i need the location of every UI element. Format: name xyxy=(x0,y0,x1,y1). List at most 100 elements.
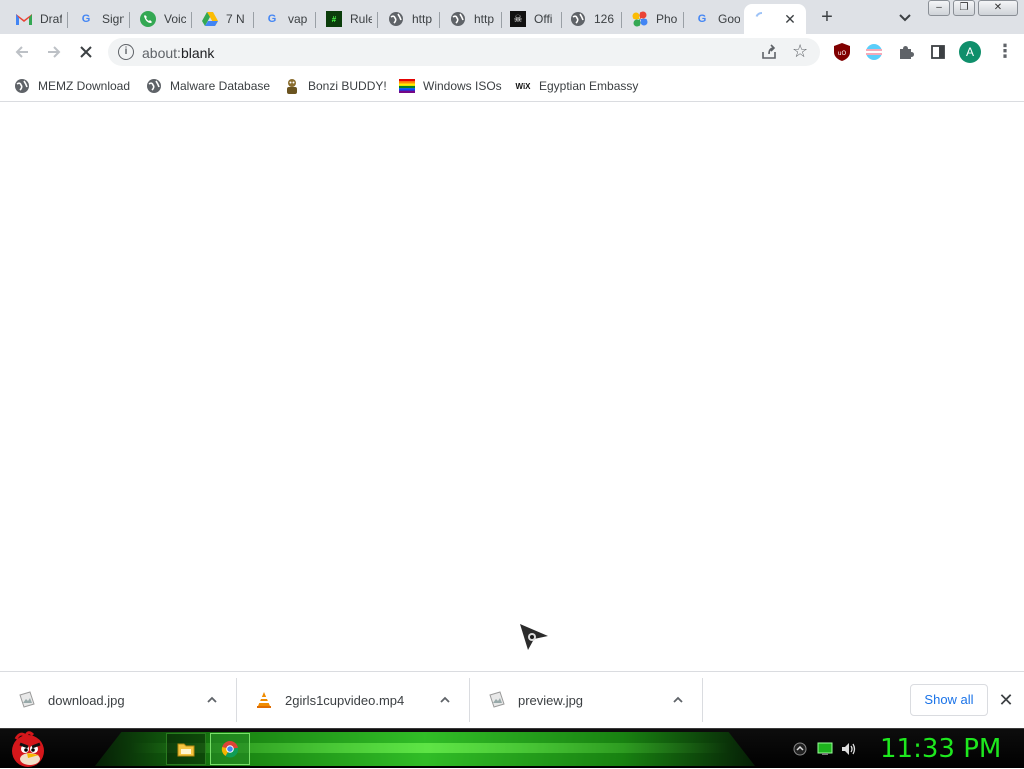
globe-icon xyxy=(570,11,586,27)
start-button-angry-bird-icon[interactable] xyxy=(6,729,48,769)
arrow-right-icon xyxy=(48,46,61,58)
folder-icon xyxy=(177,743,195,757)
bonzi-icon xyxy=(284,78,300,94)
tab-title: Pho xyxy=(656,12,678,26)
photos-icon xyxy=(632,11,648,27)
info-icon[interactable]: i xyxy=(118,44,134,60)
tab-strip: Draf G Sign Voic 7 N G vap # Rule http h… xyxy=(0,0,1024,34)
tab-gmail-draft[interactable]: Draf xyxy=(6,4,68,34)
chevron-up-icon[interactable] xyxy=(206,694,218,706)
restore-button[interactable]: ❐ xyxy=(953,0,975,16)
taskbar-clock[interactable]: 11:33 PM xyxy=(880,733,1018,765)
tab-active-loading[interactable]: ✕ xyxy=(744,4,806,34)
side-panel-icon[interactable] xyxy=(928,42,948,62)
tab-rules[interactable]: # Rule xyxy=(316,4,378,34)
chevron-up-icon[interactable] xyxy=(672,694,684,706)
stop-x-icon xyxy=(80,46,92,58)
tab-http-1[interactable]: http xyxy=(378,4,440,34)
bookmark-star-icon[interactable]: ☆ xyxy=(792,41,808,62)
svg-text:uO: uO xyxy=(838,50,847,57)
tab-title: Rule xyxy=(350,12,372,26)
url-scheme: about: xyxy=(142,45,181,61)
tab-title: Goo xyxy=(718,12,740,26)
tab-title: 7 N xyxy=(226,12,245,26)
extensions-puzzle-icon[interactable] xyxy=(896,42,916,62)
url-text[interactable]: about:blank xyxy=(142,45,214,61)
url-host: blank xyxy=(180,45,215,61)
bookmark-bonzi-buddy[interactable]: Bonzi BUDDY! xyxy=(284,75,387,97)
bookmark-label: MEMZ Download xyxy=(38,79,131,93)
arrow-left-icon xyxy=(15,46,28,58)
image-file-icon xyxy=(488,691,506,709)
trans-flag-extension-icon[interactable] xyxy=(864,42,884,62)
download-item[interactable]: 2girls1cupvideo.mp4 xyxy=(237,678,470,722)
rainbow-flag-icon xyxy=(399,78,415,94)
tab-google-sign[interactable]: G Sign xyxy=(68,4,130,34)
bookmark-windows-isos[interactable]: Windows ISOs xyxy=(399,75,502,97)
chevron-up-icon[interactable] xyxy=(439,694,451,706)
page-content xyxy=(0,103,1024,671)
tab-search-icon[interactable] xyxy=(896,8,914,26)
tray-up-arrow-icon[interactable] xyxy=(792,741,808,757)
tab-title: 126 xyxy=(594,12,615,26)
taskbar-file-explorer-button[interactable] xyxy=(166,733,206,765)
globe-icon xyxy=(450,11,466,27)
bookmark-egyptian-embassy[interactable]: WiX Egyptian Embassy xyxy=(515,75,638,97)
close-tab-icon[interactable]: ✕ xyxy=(782,11,798,27)
download-item[interactable]: download.jpg xyxy=(0,678,237,722)
tab-google[interactable]: G Goo xyxy=(684,4,744,34)
globe-icon xyxy=(388,11,404,27)
taskbar: 11:33 PM xyxy=(0,728,1024,768)
download-filename: preview.jpg xyxy=(518,692,584,708)
new-tab-button[interactable]: + xyxy=(814,6,840,30)
download-shelf: download.jpg 2girls1cupvideo.mp4 preview… xyxy=(0,671,1024,728)
tab-voice[interactable]: Voic xyxy=(130,4,192,34)
tray-network-icon[interactable] xyxy=(817,741,833,757)
tab-drive[interactable]: 7 N xyxy=(192,4,254,34)
tab-google-vap[interactable]: G vap xyxy=(254,4,316,34)
ublock-icon[interactable]: uO xyxy=(832,42,852,62)
google-icon: G xyxy=(697,13,707,25)
tab-title: vap xyxy=(288,12,308,26)
bookmark-label: Bonzi BUDDY! xyxy=(308,79,387,93)
tab-office[interactable]: ☠ Offi xyxy=(500,4,562,34)
bookmark-label: Egyptian Embassy xyxy=(539,79,639,93)
tab-title: http xyxy=(474,12,495,26)
tab-title: Draf xyxy=(40,12,62,26)
globe-icon xyxy=(146,78,162,94)
matrix-icon: # xyxy=(326,11,342,27)
download-filename: download.jpg xyxy=(48,692,125,708)
bookmark-memz-download[interactable]: MEMZ Download xyxy=(14,75,130,97)
google-icon: G xyxy=(267,13,277,25)
bookmark-malware-database[interactable]: Malware Database xyxy=(146,75,270,97)
chrome-icon xyxy=(221,741,239,758)
share-icon[interactable] xyxy=(760,43,778,61)
close-window-button[interactable]: ✕ xyxy=(978,0,1018,16)
address-bar[interactable]: i about:blank ☆ xyxy=(108,38,820,66)
tab-http-2[interactable]: http xyxy=(440,4,502,34)
close-shelf-icon[interactable]: ✕ xyxy=(996,690,1016,710)
profile-avatar[interactable]: A xyxy=(959,41,981,63)
bookmark-label: Malware Database xyxy=(170,79,271,93)
globe-icon xyxy=(14,78,30,94)
show-all-downloads-button[interactable]: Show all xyxy=(910,684,988,716)
tray-volume-icon[interactable] xyxy=(841,741,857,757)
mouse-cursor-icon xyxy=(520,624,548,650)
taskbar-chrome-button[interactable] xyxy=(210,733,250,765)
tab-126[interactable]: 126 xyxy=(560,4,622,34)
tab-title: Sign xyxy=(102,12,124,26)
tab-title: Offi xyxy=(534,12,553,26)
browser-toolbar: i about:blank ☆ uO A ⋮ xyxy=(0,34,1024,70)
phone-icon xyxy=(140,11,156,27)
tab-title: Voic xyxy=(164,12,186,26)
minimize-button[interactable]: ‒ xyxy=(928,0,950,16)
back-button[interactable] xyxy=(10,40,34,64)
tab-photos[interactable]: Pho xyxy=(622,4,684,34)
loading-icon xyxy=(754,11,770,27)
image-file-icon xyxy=(18,691,36,709)
stop-button[interactable] xyxy=(74,40,98,64)
menu-kebab-icon[interactable]: ⋮ xyxy=(996,42,1014,62)
pirate-icon: ☠ xyxy=(510,11,526,27)
download-item[interactable]: preview.jpg xyxy=(470,678,703,722)
forward-button[interactable] xyxy=(42,40,66,64)
